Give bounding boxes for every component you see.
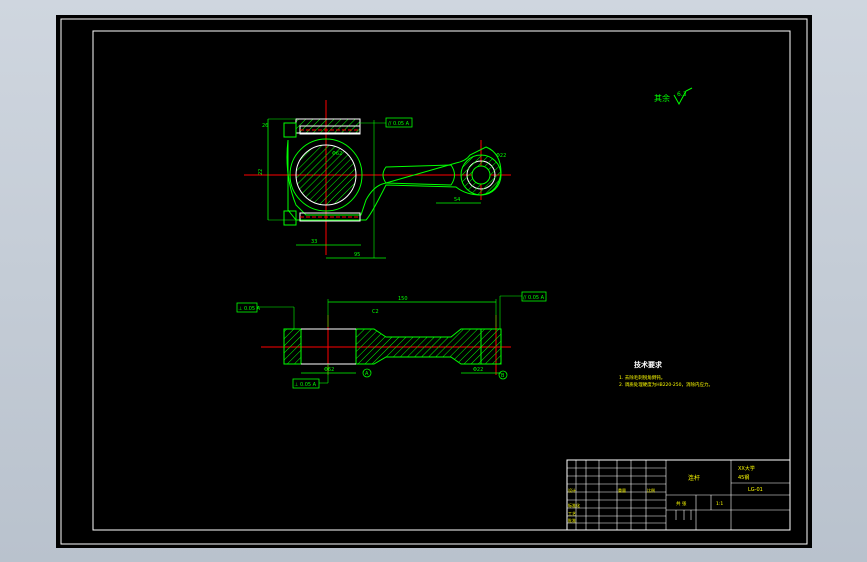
requirement-line-1: 1. 去除毛刺锐角倒钝。 <box>619 374 665 381</box>
sheet-outer-border <box>60 18 808 545</box>
datum-a: A <box>365 371 369 377</box>
dim-d1: 22 <box>258 169 264 175</box>
tb-process-label: 工艺 <box>568 511 576 516</box>
tb-std-label: 标准化 <box>568 502 580 508</box>
dim-length: 150 <box>398 296 408 302</box>
tb-weight-label: 重量 <box>618 487 626 493</box>
bottom-view: 150 C2 Φ62 Φ22 A B ⊥ 0.05 A // 0.05 A ⊥ … <box>236 291 547 389</box>
tb-approve-label: 批准 <box>568 517 576 523</box>
tb-school: XX大学 <box>738 465 755 472</box>
top-view: 22 33 95 54 Φ62 Φ22 26 // 0.05 A <box>244 100 511 259</box>
tb-part-name: 连杆 <box>688 474 700 482</box>
requirements-title: 技术要求 <box>634 360 663 369</box>
roughness-value: 6.3 <box>677 91 687 98</box>
tb-designer-label: 设计 <box>568 487 576 493</box>
cad-canvas: 其余 6.3 22 33 95 54 Φ62 Φ22 26 // 0.05 A … <box>56 15 812 548</box>
dim-phi-left: Φ62 <box>324 367 334 373</box>
tb-material: 45钢 <box>738 474 749 481</box>
sheet-inner-border <box>92 30 791 531</box>
requirement-line-2: 2. 调质处理硬度为HB220-250，消除内应力。 <box>619 381 713 388</box>
roughness-symbol: 其余 6.3 <box>654 87 693 106</box>
title-block: 设计 标准化 工艺 批准 重量 比例 连杆 XX大学 45钢 LG-01 共 张… <box>566 459 791 531</box>
dim-d4: 26 <box>262 123 268 129</box>
roughness-label: 其余 <box>654 93 670 103</box>
drawing-sheet: 其余 6.3 22 33 95 54 Φ62 Φ22 26 // 0.05 A … <box>60 18 808 545</box>
dim-d2: 33 <box>311 239 317 245</box>
dim-chamfer: C2 <box>372 309 379 315</box>
tb-drawing-no: LG-01 <box>748 487 763 493</box>
tb-scale: 1:1 <box>716 501 723 507</box>
bottom-tol-frame-3: ⊥ 0.05 A <box>294 382 317 388</box>
tb-scale-label: 比例 <box>647 487 655 493</box>
dim-d5: 95 <box>354 252 360 258</box>
dim-d6: 54 <box>454 197 460 203</box>
technical-requirements: 技术要求 1. 去除毛刺锐角倒钝。 2. 调质处理硬度为HB220-250，消除… <box>619 360 713 388</box>
tb-sheet-label: 共 张 <box>676 500 687 507</box>
dim-phi-right: Φ22 <box>473 367 483 373</box>
top-tol-frame-1: // 0.05 A <box>388 121 410 127</box>
bottom-tol-frame-2: // 0.05 A <box>523 295 545 301</box>
datum-b: B <box>501 373 505 379</box>
dim-phi-small: Φ22 <box>496 153 506 159</box>
dim-d3: Φ62 <box>332 151 342 157</box>
